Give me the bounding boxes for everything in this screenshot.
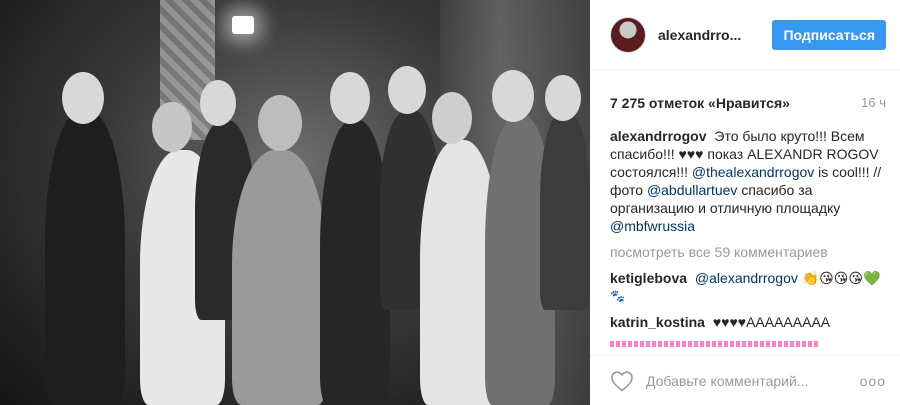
person-silhouette: [232, 150, 327, 405]
post-photo[interactable]: [0, 0, 590, 405]
post-header: alexandrro... Подписаться: [590, 0, 900, 70]
add-comment-input[interactable]: [646, 372, 854, 389]
more-options-icon[interactable]: ooo: [860, 373, 886, 389]
post-time[interactable]: 16 ч: [861, 95, 886, 111]
follow-button[interactable]: Подписаться: [772, 19, 886, 50]
heart-icon[interactable]: [610, 370, 634, 392]
truncated-comment: [610, 341, 820, 347]
caption-username[interactable]: alexandrrogov: [610, 128, 706, 144]
author-username[interactable]: alexandrro...: [658, 27, 772, 43]
comments-list: alexandrrogov Это было круто!!! Всем спа…: [590, 111, 900, 331]
comment-text: ♥♥♥♥ААААААААА: [712, 314, 831, 330]
avatar[interactable]: [610, 16, 646, 53]
mention-link[interactable]: @alexandrrogov: [695, 270, 798, 286]
person-head: [388, 66, 426, 114]
caption: alexandrrogov Это было круто!!! Всем спа…: [610, 127, 886, 235]
person-head: [258, 95, 302, 151]
comment-username[interactable]: katrin_kostina: [610, 314, 705, 330]
person-head: [492, 70, 534, 122]
comment-emoji: 🐾: [610, 289, 625, 303]
person-head: [545, 75, 581, 121]
post-meta: 7 275 отметок «Нравится» 16 ч: [590, 70, 900, 111]
add-comment-bar: ooo: [590, 355, 900, 405]
comment-item: katrin_kostina ♥♥♥♥ААААААААА: [610, 313, 886, 331]
post-sidebar: alexandrro... Подписаться 7 275 отметок …: [590, 0, 900, 405]
comment-username[interactable]: ketiglebova: [610, 270, 687, 286]
person-head: [62, 72, 104, 124]
view-all-comments-link[interactable]: посмотреть все 59 комментариев: [610, 243, 886, 261]
person-silhouette: [45, 110, 125, 405]
person-head: [330, 72, 370, 124]
person-head: [432, 92, 472, 144]
likes-count[interactable]: 7 275 отметок «Нравится»: [610, 95, 790, 111]
comment-item: ketiglebova @alexandrrogov 👏😘😘😘💚 🐾: [610, 269, 886, 305]
person-head: [200, 80, 236, 126]
mention-link[interactable]: @abdullartuev: [647, 182, 738, 198]
mention-link[interactable]: @thealexandrrogov: [692, 164, 814, 180]
person-head: [152, 102, 192, 152]
comment-text: 👏😘😘😘💚: [801, 270, 881, 286]
person-silhouette: [540, 110, 590, 310]
mention-link[interactable]: @mbfwrussia: [610, 218, 695, 234]
camera-light: [232, 16, 254, 34]
